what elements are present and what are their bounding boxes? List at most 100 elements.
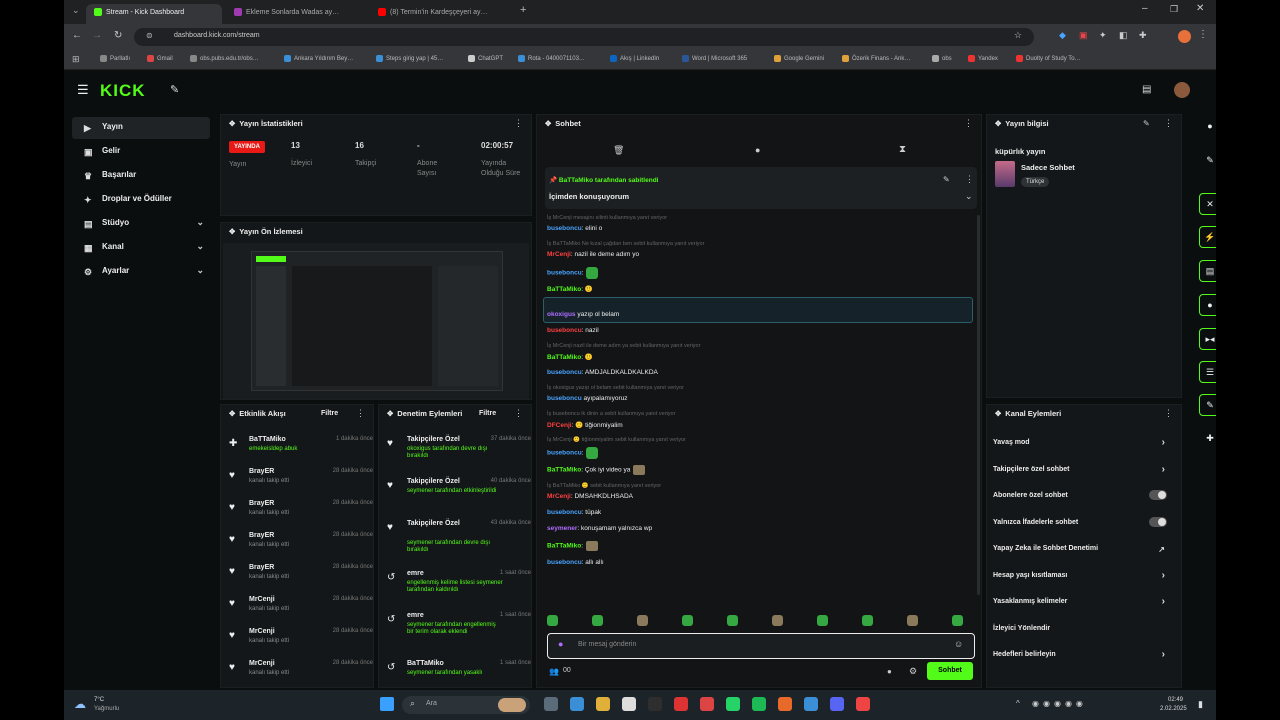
document-icon[interactable]: ▤: [1199, 260, 1216, 282]
activity-item[interactable]: ♥ BrayER kanalı takip etti 28 dakika önce: [227, 467, 373, 497]
apps-grid-icon[interactable]: ⊞: [72, 54, 80, 65]
channel-action-item[interactable]: Yavaş mod ›: [993, 437, 1171, 459]
quick-emote-icon[interactable]: [547, 615, 558, 626]
edit-icon[interactable]: ✎: [1143, 119, 1150, 128]
moderation-item[interactable]: ↺ emre seymener tarafından engellenmiş bir…: [385, 611, 531, 651]
close-window-button[interactable]: ✕: [1196, 3, 1204, 14]
quick-emote-icon[interactable]: [727, 615, 738, 626]
activity-item[interactable]: ♥ MrCenji kanalı takip etti 28 dakika önce: [227, 595, 373, 625]
notepad-icon[interactable]: [648, 697, 662, 711]
edge-icon[interactable]: [570, 697, 584, 711]
sidebar-item-studio[interactable]: ▤ Stüdyo ⌄: [72, 213, 210, 235]
chat-username[interactable]: buseboncu: [547, 327, 582, 334]
trash-icon[interactable]: 🗑: [613, 145, 624, 156]
channel-action-item[interactable]: Hesap yaşı kısıtlaması ›: [993, 570, 1171, 592]
chat-bubble-icon[interactable]: ●: [755, 145, 760, 155]
more-options-icon[interactable]: ⋮: [356, 408, 365, 419]
chat-message[interactable]: buseboncu ayıpalamıyoruz: [547, 395, 628, 402]
bookmark-item[interactable]: Yandex: [968, 55, 998, 62]
chat-username[interactable]: okoxigus: [547, 311, 576, 318]
chat-message[interactable]: buseboncu: AMDJALDKALDKALKDA: [547, 369, 658, 376]
taskbar-search[interactable]: ⌕ Ara: [402, 696, 530, 714]
quick-emote-icon[interactable]: [817, 615, 828, 626]
chat-message[interactable]: MrCenji: nazil ile deme adım yo: [547, 251, 639, 258]
obs-icon[interactable]: [856, 697, 870, 711]
back-arrow-icon[interactable]: ←: [72, 30, 82, 41]
task-view-icon[interactable]: [544, 697, 558, 711]
chat-username[interactable]: buseboncu: [547, 450, 582, 457]
activity-item[interactable]: ♥ BrayER kanalı takip etti 28 dakika önce: [227, 563, 373, 593]
weather-icon[interactable]: ☁: [74, 697, 86, 711]
slow-mode-icon[interactable]: ▸◂: [1199, 328, 1216, 350]
quick-emote-icon[interactable]: [862, 615, 873, 626]
activity-item[interactable]: ♥ BrayER kanalı takip etti 28 dakika önce: [227, 531, 373, 561]
quick-emote-icon[interactable]: [952, 615, 963, 626]
bookmark-item[interactable]: Ankara Yıldırım Bey…: [284, 55, 353, 62]
chat-username[interactable]: buseboncu: [547, 369, 582, 376]
new-tab-button[interactable]: +: [520, 4, 526, 16]
more-options-icon[interactable]: ⋮: [514, 118, 523, 129]
toggle-switch[interactable]: [1149, 516, 1167, 527]
filter-button[interactable]: Filtre: [321, 410, 338, 417]
sidebar-item-stream[interactable]: ▶ Yayın: [72, 117, 210, 139]
chat-message[interactable]: BaTTaMiko: 🙂: [547, 285, 593, 293]
sidebar-item-revenue[interactable]: ▣ Gelir: [72, 141, 210, 163]
more-options-icon[interactable]: ⋮: [964, 118, 973, 129]
hamburger-menu-icon[interactable]: ☰: [77, 82, 89, 98]
bookmark-item[interactable]: obs: [932, 55, 952, 62]
maximize-button[interactable]: ❐: [1170, 4, 1178, 15]
tab-search-icon[interactable]: ⌄: [72, 5, 80, 16]
bookmark-item[interactable]: Word | Microsoft 365: [682, 55, 747, 62]
tray-chevron-icon[interactable]: ^: [1016, 699, 1020, 708]
chat-message[interactable]: buseboncu: tüpak: [547, 509, 601, 516]
pencil-icon[interactable]: ✎: [1199, 150, 1216, 172]
bookmark-item[interactable]: Gmail: [147, 55, 173, 62]
pin-icon[interactable]: ✎: [170, 83, 179, 96]
chat-message[interactable]: BaTTaMiko: 🙂: [547, 353, 593, 361]
chat-username[interactable]: MrCenji: [547, 251, 571, 258]
chat-username[interactable]: buseboncu: [547, 559, 582, 566]
inbox-icon[interactable]: ▤: [1142, 84, 1151, 95]
site-info-icon[interactable]: ⊜: [146, 31, 153, 40]
channel-action-item[interactable]: Yasaklanmış kelimeler ›: [993, 596, 1171, 618]
bookmark-item[interactable]: obs.pubs.edu.tr/obs…: [190, 55, 259, 62]
profile-avatar[interactable]: [1178, 30, 1191, 43]
emoji-icon[interactable]: ☺: [954, 639, 963, 649]
pinned-message[interactable]: 📌 BaTTaMiko tarafından sabitlendi İçimde…: [545, 167, 977, 209]
move-icon[interactable]: ✥: [995, 119, 1001, 128]
database-icon[interactable]: ☰: [1199, 361, 1216, 383]
bookmark-item[interactable]: Steps girig yap | 45…: [376, 55, 443, 62]
activity-item[interactable]: ♥ MrCenji kanalı takip etti 28 dakika önce: [227, 659, 373, 689]
minimize-button[interactable]: –: [1142, 3, 1148, 14]
opera-icon[interactable]: [674, 697, 688, 711]
moderation-item[interactable]: ♥ Takipçilere Özel seymener tarafından dev…: [385, 519, 531, 559]
clock-time[interactable]: 02:49: [1168, 697, 1183, 703]
chat-message[interactable]: seymener: konuşamam yalnızca wp: [547, 525, 652, 532]
channel-action-item[interactable]: İzleyici Yönlendir: [993, 625, 1171, 645]
add-action-icon[interactable]: ✚: [1199, 428, 1216, 450]
more-options-icon[interactable]: ⋮: [1164, 408, 1173, 419]
more-options-icon[interactable]: ⋮: [514, 408, 523, 419]
extension-icon[interactable]: ✦: [1099, 30, 1107, 41]
chat-scrollbar[interactable]: [977, 215, 980, 595]
channel-action-item[interactable]: Hedefleri belirleyin ›: [993, 649, 1171, 671]
move-icon[interactable]: ✥: [229, 409, 235, 418]
chat-message[interactable]: MrCenji: DMSAHKDLHSADA: [547, 493, 633, 500]
extension-icon[interactable]: ◆: [1059, 30, 1066, 41]
file-explorer-icon[interactable]: [596, 697, 610, 711]
tab-kick-dashboard[interactable]: Stream - Kick Dashboard: [86, 4, 222, 24]
move-icon[interactable]: ✥: [229, 119, 235, 128]
moderation-item[interactable]: ↺ emre engellenmiş kelime listesi seymener…: [385, 569, 531, 609]
info-icon[interactable]: ●: [1199, 116, 1216, 138]
spotify-icon[interactable]: [752, 697, 766, 711]
sidebar-item-drops[interactable]: ✦ Droplar ve Ödüller: [72, 189, 210, 211]
gear-icon[interactable]: ⚙: [909, 666, 917, 677]
tab-third[interactable]: (8) Termin’in Kardeşçeyeri ay…: [370, 4, 510, 24]
reload-icon[interactable]: ↻: [114, 30, 122, 41]
chrome-icon[interactable]: [778, 697, 792, 711]
chat-input[interactable]: ● Bir mesaj gönderin ☺: [547, 633, 975, 659]
close-action-icon[interactable]: ✕: [1199, 193, 1216, 215]
bookmark-star-icon[interactable]: ☆: [1014, 30, 1022, 41]
chat-username[interactable]: seymener: [547, 525, 577, 532]
chat-message[interactable]: DFCenji: 🙂 tiğionmiyalim: [547, 421, 623, 429]
